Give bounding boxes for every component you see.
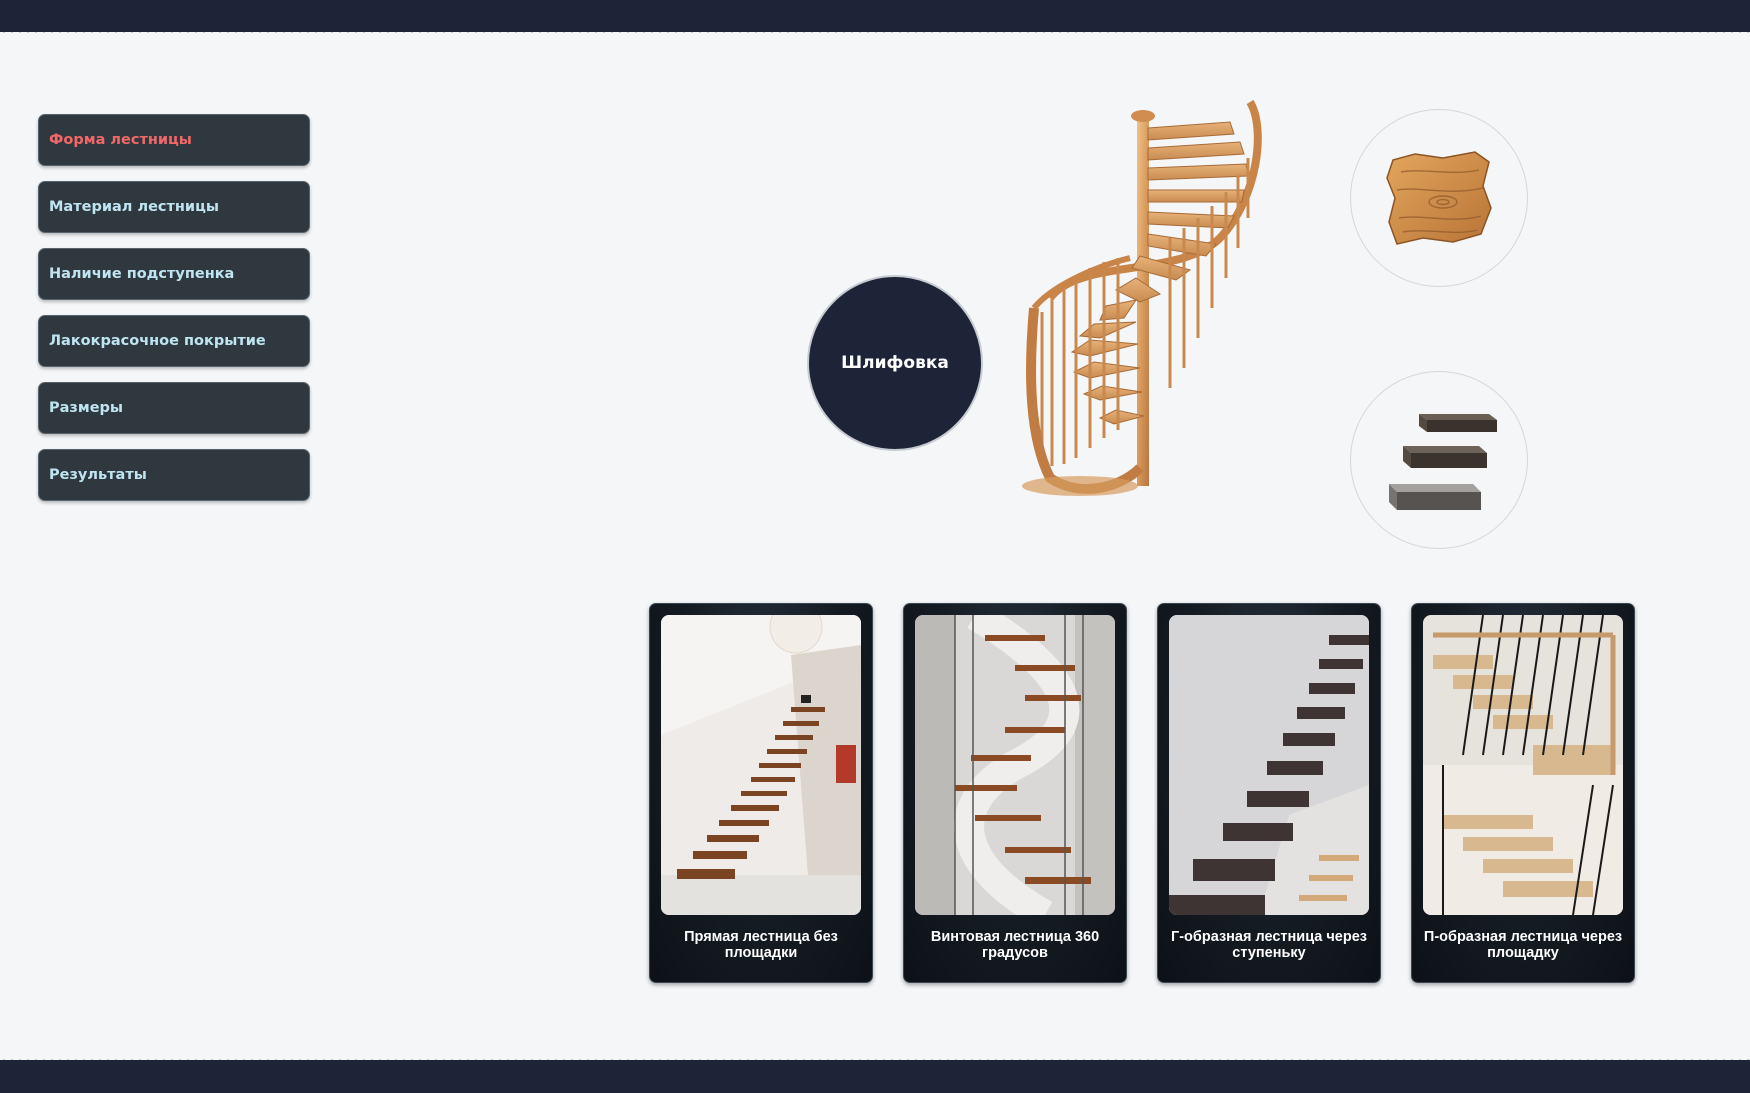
stair-type-card-u-shaped[interactable]: П-образная лестница через площадку	[1411, 603, 1635, 983]
stair-type-card-l-shaped[interactable]: Г-образная лестница через ступеньку	[1157, 603, 1381, 983]
menu-item-paint-coating[interactable]: Лакокрасочное покрытие	[38, 315, 310, 367]
stair-type-card-straight[interactable]: Прямая лестница без площадки	[649, 603, 873, 983]
top-band	[0, 0, 1750, 35]
sanding-hub-button[interactable]: Шлифовка	[807, 275, 983, 451]
u-shaped-stair-photo	[1423, 615, 1623, 915]
menu-item-riser[interactable]: Наличие подступенка	[38, 248, 310, 300]
floating-straight-stair-photo	[661, 615, 861, 915]
card-title: Прямая лестница без площадки	[684, 929, 838, 961]
wood-plank-icon	[1386, 151, 1492, 245]
menu-item-stair-shape[interactable]: Форма лестницы	[38, 114, 310, 166]
riser-option[interactable]	[1350, 371, 1528, 549]
stair-type-card-spiral[interactable]: Винтовая лестница 360 градусов	[903, 603, 1127, 983]
l-shaped-stair-photo	[1169, 615, 1369, 915]
menu-item-label: Материал лестницы	[49, 199, 219, 215]
bottom-band	[0, 1057, 1750, 1093]
menu-item-results[interactable]: Результаты	[38, 449, 310, 501]
spiral-stair-illustration	[1022, 99, 1262, 496]
spiral-stair-photo	[915, 615, 1115, 915]
menu-item-label: Форма лестницы	[49, 132, 192, 148]
menu-item-label: Размеры	[49, 400, 124, 416]
menu-item-label: Лакокрасочное покрытие	[49, 333, 266, 349]
card-title: Г-образная лестница через ступеньку	[1170, 929, 1367, 961]
menu-item-dimensions[interactable]: Размеры	[38, 382, 310, 434]
menu-item-label: Наличие подступенка	[49, 266, 235, 282]
wood-material-option[interactable]	[1350, 109, 1528, 287]
sidebar-menu: Форма лестницы Материал лестницы Наличие…	[38, 114, 310, 516]
page: Форма лестницы Материал лестницы Наличие…	[0, 0, 1750, 1093]
hub-label: Шлифовка	[841, 353, 949, 373]
card-title: Винтовая лестница 360 градусов	[930, 929, 1100, 961]
stair-steps-icon	[1389, 414, 1497, 510]
card-title: П-образная лестница через площадку	[1423, 929, 1623, 961]
menu-item-label: Результаты	[49, 467, 147, 483]
menu-item-stair-material[interactable]: Материал лестницы	[38, 181, 310, 233]
